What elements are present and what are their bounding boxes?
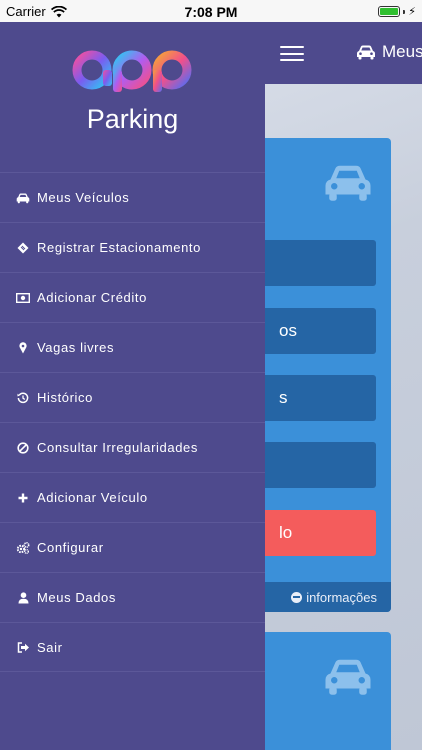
user-icon <box>15 591 31 605</box>
side-drawer: Parking Meus Veículos Registrar Estacion… <box>0 22 265 750</box>
charging-icon: ⚡ <box>408 6 416 18</box>
menu-item-meus-veiculos[interactable]: Meus Veículos <box>0 172 265 222</box>
app-logo: Parking <box>0 22 265 172</box>
app-logo-icon <box>72 50 192 92</box>
page-title: Meus <box>356 42 422 62</box>
gears-icon <box>15 541 31 555</box>
car-icon <box>15 191 31 205</box>
menu-item-label: Meus Veículos <box>37 190 130 205</box>
ticket-icon <box>15 241 31 255</box>
menu-item-meus-dados[interactable]: Meus Dados <box>0 572 265 622</box>
menu-toggle-icon[interactable] <box>280 46 304 61</box>
menu-item-label: Registrar Estacionamento <box>37 240 201 255</box>
menu-item-label: Sair <box>37 639 63 655</box>
app-name: Parking <box>86 104 179 134</box>
plus-icon <box>15 491 31 505</box>
info-label: informações <box>306 589 377 605</box>
menu-item-label: Vagas livres <box>37 340 115 355</box>
menu-item-adicionar-credito[interactable]: Adicionar Crédito <box>0 272 265 322</box>
car-icon <box>325 165 371 201</box>
drawer-menu: Meus Veículos Registrar Estacionamento A… <box>0 172 265 672</box>
menu-item-sair[interactable]: Sair <box>0 622 265 672</box>
battery-indicator: ⚡ <box>378 5 416 18</box>
history-icon <box>15 391 31 405</box>
menu-item-label: Adicionar Veículo <box>37 490 148 505</box>
sign-out-icon <box>15 640 31 654</box>
status-bar: Carrier 7:08 PM ⚡ <box>0 0 422 22</box>
menu-item-label: Meus Dados <box>37 590 116 605</box>
clock: 7:08 PM <box>184 4 238 20</box>
menu-item-label: Consultar Irregularidades <box>37 440 198 455</box>
menu-item-label: Adicionar Crédito <box>37 290 147 305</box>
menu-item-label: Histórico <box>37 390 93 405</box>
menu-item-registrar-estacionamento[interactable]: Registrar Estacionamento <box>0 222 265 272</box>
menu-item-historico[interactable]: Histórico <box>0 372 265 422</box>
menu-item-label: Configurar <box>37 540 104 555</box>
minus-circle-icon <box>291 591 303 603</box>
menu-item-configurar[interactable]: Configurar <box>0 522 265 572</box>
map-marker-icon <box>15 341 31 355</box>
menu-item-vagas-livres[interactable]: Vagas livres <box>0 322 265 372</box>
page-title-label: Meus <box>382 42 422 61</box>
menu-item-consultar-irregularidades[interactable]: Consultar Irregularidades <box>0 422 265 472</box>
money-icon <box>15 291 31 305</box>
car-icon <box>325 659 371 695</box>
ban-icon <box>15 441 31 455</box>
menu-item-adicionar-veiculo[interactable]: Adicionar Veículo <box>0 472 265 522</box>
car-icon <box>357 45 375 60</box>
